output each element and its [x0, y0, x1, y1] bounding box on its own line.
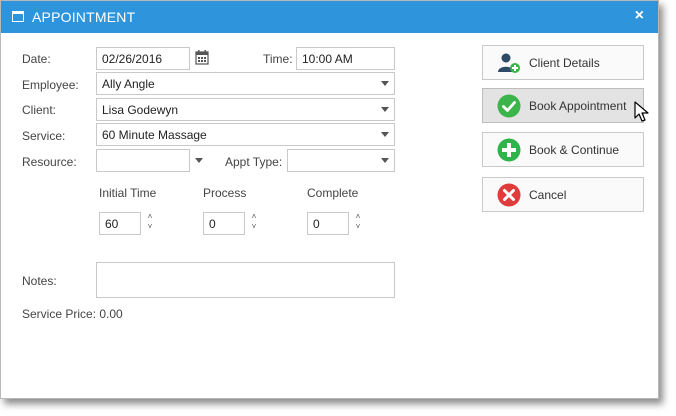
cancel-button[interactable]: Cancel: [482, 177, 644, 212]
chevron-down-icon: [381, 158, 389, 163]
client-details-label: Client Details: [529, 56, 600, 70]
appt-type-select[interactable]: [287, 149, 395, 172]
process-spinner[interactable]: ˄ ˅: [250, 212, 258, 234]
cancel-label: Cancel: [529, 188, 567, 202]
date-label: Date:: [22, 52, 51, 66]
date-input[interactable]: [96, 47, 190, 70]
employee-select[interactable]: Ally Angle: [96, 72, 395, 95]
resource-label: Resource:: [22, 155, 77, 169]
book-continue-button[interactable]: Book & Continue: [482, 132, 644, 167]
complete-input[interactable]: [307, 212, 349, 235]
calendar-icon[interactable]: [195, 50, 209, 65]
initial-time-spinner[interactable]: ˄ ˅: [146, 212, 154, 234]
book-continue-label: Book & Continue: [529, 143, 620, 157]
employee-value: Ally Angle: [102, 77, 155, 91]
chevron-down-icon: [381, 132, 389, 137]
service-price-caption: Service Price:: [22, 307, 97, 321]
service-price-value: 0.00: [99, 307, 123, 321]
complete-label: Complete: [307, 186, 359, 200]
chevron-down-icon: [381, 107, 389, 112]
mouse-cursor-icon: [634, 101, 649, 122]
client-value: Lisa Godewyn: [102, 103, 179, 117]
service-label: Service:: [22, 129, 66, 143]
client-details-button[interactable]: Client Details: [482, 45, 644, 80]
user-add-icon: [498, 53, 520, 73]
appointment-dialog: APPOINTMENT × Date: Time: Employee: Ally…: [0, 0, 659, 399]
time-input[interactable]: [296, 47, 395, 70]
cancel-icon: [497, 183, 521, 207]
service-value: 60 Minute Massage: [102, 128, 207, 142]
process-label: Process: [203, 186, 247, 200]
checkmark-icon: [497, 94, 521, 118]
client-label: Client:: [22, 103, 57, 117]
process-input[interactable]: [203, 212, 245, 235]
notes-label: Notes:: [22, 274, 57, 288]
appt-type-label: Appt Type:: [225, 155, 283, 169]
chevron-down-icon[interactable]: [195, 158, 203, 163]
book-appointment-label: Book Appointment: [529, 99, 627, 113]
plus-icon: [497, 138, 521, 162]
time-label: Time:: [263, 52, 293, 66]
dialog-title: APPOINTMENT: [32, 9, 136, 25]
employee-label: Employee:: [22, 78, 79, 92]
window-icon: [12, 11, 24, 22]
chevron-down-icon: [381, 81, 389, 86]
book-appointment-button[interactable]: Book Appointment: [482, 88, 644, 123]
service-price-label: Service Price: 0.00: [22, 307, 123, 321]
resource-select[interactable]: [96, 149, 190, 172]
notes-textarea[interactable]: [96, 262, 395, 298]
title-bar: APPOINTMENT ×: [1, 1, 658, 33]
initial-time-input[interactable]: [99, 212, 141, 235]
complete-spinner[interactable]: ˄ ˅: [354, 212, 362, 234]
client-select[interactable]: Lisa Godewyn: [96, 98, 395, 121]
close-icon[interactable]: ×: [635, 7, 644, 25]
service-select[interactable]: 60 Minute Massage: [96, 123, 395, 146]
initial-time-label: Initial Time: [99, 186, 157, 200]
